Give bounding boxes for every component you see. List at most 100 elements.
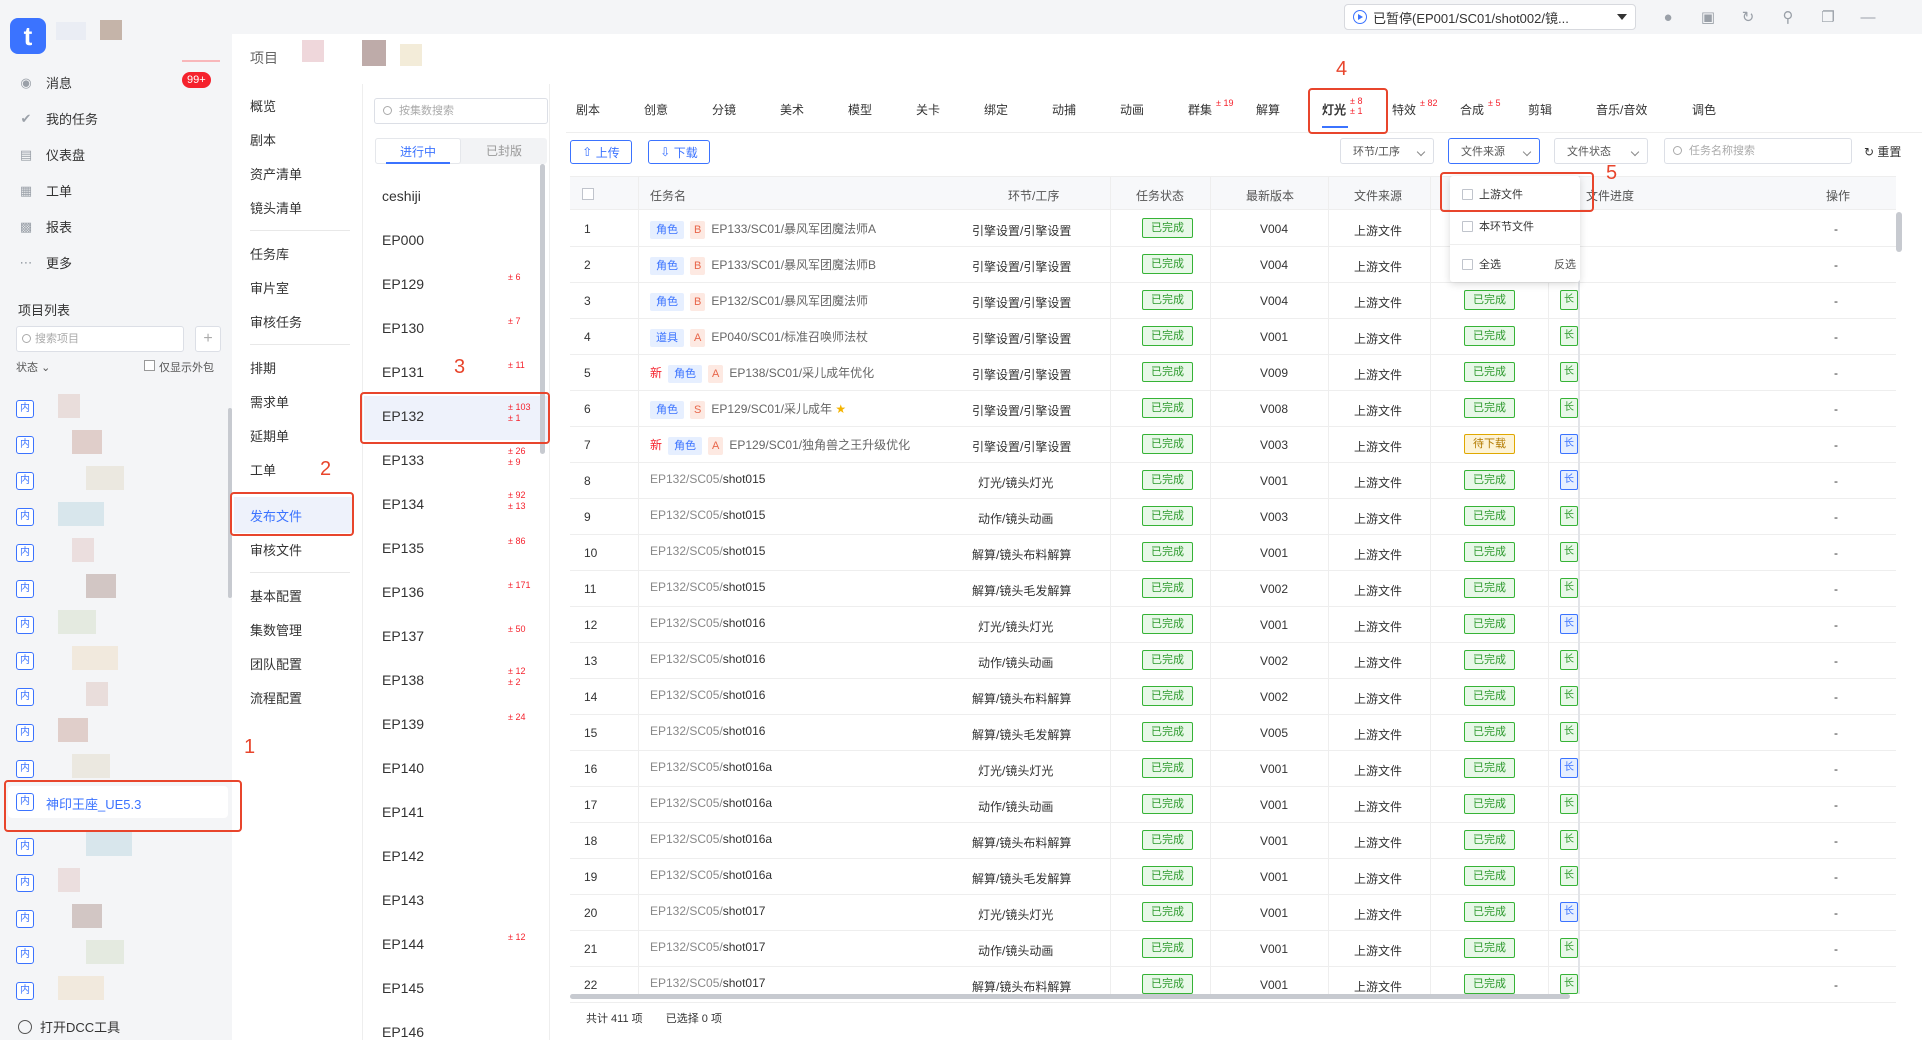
episode-item[interactable]: EP146 — [382, 1024, 424, 1040]
tab-stage[interactable]: 剧本 — [576, 101, 600, 118]
menu-item[interactable]: 流程配置 — [250, 688, 302, 707]
status-filter[interactable]: 状态 — [16, 362, 38, 374]
actions-cell[interactable]: - — [1834, 762, 1838, 776]
table-horizontal-scrollbar[interactable] — [570, 994, 1570, 999]
episode-item[interactable]: EP134 — [382, 496, 424, 512]
task-path[interactable]: EP132/SC01/暴风军团魔法师 — [711, 294, 868, 308]
blurred-project-name[interactable] — [86, 940, 124, 964]
actions-cell[interactable]: - — [1834, 546, 1838, 560]
select-all-option[interactable]: 全选 — [1462, 256, 1501, 272]
shot-name[interactable]: shot016a — [723, 868, 772, 882]
stage-filter-select[interactable]: 环节/工序 — [1340, 138, 1434, 164]
table-row[interactable]: 11 EP132/SC05/shot015 解算/镜头毛发解算 已完成 V002 上游文件… — [570, 571, 1896, 607]
tab-stage[interactable]: 关卡 — [916, 101, 940, 118]
shot-name[interactable]: shot017 — [723, 904, 766, 918]
episode-item[interactable]: EP129 — [382, 276, 424, 292]
table-row[interactable]: 1 角色 B EP133/SC01/暴风军团魔法师A 引擎设置/引擎设置 已完成 V004 上… — [570, 211, 1896, 247]
actions-cell[interactable]: - — [1834, 798, 1838, 812]
table-row[interactable]: 5 新角色 A EP138/SC01/采儿成年优化 引擎设置/引擎设置 已完成 V009 上游… — [570, 355, 1896, 391]
actions-cell[interactable]: - — [1834, 906, 1838, 920]
menu-item[interactable]: 剧本 — [250, 130, 276, 149]
table-row[interactable]: 7 新角色 A EP129/SC01/独角兽之王升级优化 引擎设置/引擎设置 已完成 V00… — [570, 427, 1896, 463]
task-path[interactable]: EP040/SC01/标准召唤师法杖 — [711, 330, 868, 344]
nav-messages[interactable]: ◉ 消息 — [18, 73, 72, 92]
table-row[interactable]: 4 道具 A EP040/SC01/标准召唤师法杖 引擎设置/引擎设置 已完成 V001 上游… — [570, 319, 1896, 355]
episode-item[interactable]: EP130 — [382, 320, 424, 336]
menu-item[interactable]: 审核任务 — [250, 312, 302, 331]
info-icon[interactable]: ● — [1648, 6, 1688, 28]
shot-name[interactable]: shot016a — [723, 796, 772, 810]
tab-stage[interactable]: 创意 — [644, 101, 668, 118]
nav-dashboard[interactable]: ▤ 仪表盘 — [18, 145, 85, 164]
actions-cell[interactable]: - — [1834, 222, 1838, 236]
menu-item[interactable]: 团队配置 — [250, 654, 302, 673]
tab-stage[interactable]: 调色 — [1692, 101, 1716, 118]
shot-name[interactable]: shot015 — [723, 472, 766, 486]
task-path[interactable]: EP129/SC01/采儿成年 — [711, 402, 832, 416]
task-search-input[interactable]: 任务名称搜索 — [1664, 138, 1852, 164]
actions-cell[interactable]: - — [1834, 474, 1838, 488]
nav-more[interactable]: ⋯ 更多 — [18, 253, 73, 272]
blurred-project-name[interactable] — [58, 868, 80, 892]
tab-in-progress[interactable]: 进行中 — [375, 138, 461, 164]
blurred-project-name[interactable] — [58, 718, 88, 742]
table-row[interactable]: 20 EP132/SC05/shot017 灯光/镜头灯光 已完成 V001 上游文件 已完… — [570, 895, 1896, 931]
menu-item[interactable]: 概览 — [250, 96, 276, 115]
menu-item[interactable]: 审核文件 — [250, 540, 302, 559]
menu-item[interactable]: 审片室 — [250, 278, 289, 297]
task-path[interactable]: EP133/SC01/暴风军团魔法师B — [711, 258, 876, 272]
actions-cell[interactable]: - — [1834, 870, 1838, 884]
menu-item[interactable]: 排期 — [250, 358, 276, 377]
actions-cell[interactable]: - — [1834, 402, 1838, 416]
task-path[interactable]: EP132/SC05/ — [650, 652, 723, 666]
outsource-only-checkbox[interactable] — [144, 360, 155, 371]
shot-name[interactable]: shot017 — [723, 976, 766, 990]
actions-cell[interactable]: - — [1834, 438, 1838, 452]
shot-name[interactable]: shot016a — [723, 760, 772, 774]
tab-stage[interactable]: 合成 — [1460, 101, 1484, 118]
episode-item[interactable]: EP139 — [382, 716, 424, 732]
blurred-project-name[interactable] — [86, 574, 116, 598]
tab-sealed[interactable]: 已封版 — [461, 138, 547, 164]
tab-stage[interactable]: 动捕 — [1052, 101, 1076, 118]
project-search-input[interactable]: 搜索项目 — [16, 326, 184, 352]
episode-item[interactable]: EP143 — [382, 892, 424, 908]
tab-stage[interactable]: 模型 — [848, 101, 872, 118]
task-path[interactable]: EP133/SC01/暴风军团魔法师A — [711, 222, 876, 236]
pin-icon[interactable]: ⚲ — [1768, 6, 1808, 28]
episode-item[interactable]: EP138 — [382, 672, 424, 688]
menu-item[interactable]: 任务库 — [250, 244, 289, 263]
table-row[interactable]: 12 EP132/SC05/shot016 灯光/镜头灯光 已完成 V001 上游文件 已完… — [570, 607, 1896, 643]
task-path[interactable]: EP138/SC01/采儿成年优化 — [729, 366, 874, 380]
episode-item[interactable]: EP000 — [382, 232, 424, 248]
actions-cell[interactable]: - — [1834, 834, 1838, 848]
table-row[interactable]: 13 EP132/SC05/shot016 动作/镜头动画 已完成 V002 上游文件 已完… — [570, 643, 1896, 679]
table-vertical-scrollbar[interactable] — [1896, 212, 1902, 252]
blurred-project-name[interactable] — [58, 610, 96, 634]
episode-item[interactable]: EP133 — [382, 452, 424, 468]
task-path[interactable]: EP132/SC05/ — [650, 832, 723, 846]
episode-item[interactable]: EP141 — [382, 804, 424, 820]
task-path[interactable]: EP132/SC05/ — [650, 760, 723, 774]
menu-item[interactable]: 镜头清单 — [250, 198, 302, 217]
task-path[interactable]: EP132/SC05/ — [650, 580, 723, 594]
actions-cell[interactable]: - — [1834, 258, 1838, 272]
shot-name[interactable]: shot015 — [723, 508, 766, 522]
table-row[interactable]: 8 EP132/SC05/shot015 灯光/镜头灯光 已完成 V001 上游文件 已完成… — [570, 463, 1896, 499]
playback-status-select[interactable]: 已暂停(EP001/SC01/shot002/镜... — [1344, 4, 1636, 30]
add-project-button[interactable]: + — [195, 326, 221, 352]
blurred-project-name[interactable] — [72, 904, 102, 928]
actions-cell[interactable]: - — [1834, 330, 1838, 344]
blurred-project-name[interactable] — [72, 646, 118, 670]
task-path[interactable]: EP132/SC05/ — [650, 544, 723, 558]
tab-stage[interactable]: 绑定 — [984, 101, 1008, 118]
actions-cell[interactable]: - — [1834, 582, 1838, 596]
shot-name[interactable]: shot016 — [723, 688, 766, 702]
tab-stage[interactable]: 动画 — [1120, 101, 1144, 118]
menu-item[interactable]: 需求单 — [250, 392, 289, 411]
shot-name[interactable]: shot017 — [723, 940, 766, 954]
table-row[interactable]: 17 EP132/SC05/shot016a 动作/镜头动画 已完成 V001 上游文件 已… — [570, 787, 1896, 823]
option-checkbox[interactable] — [1462, 220, 1473, 232]
blurred-project-name[interactable] — [86, 682, 108, 706]
actions-cell[interactable]: - — [1834, 294, 1838, 308]
